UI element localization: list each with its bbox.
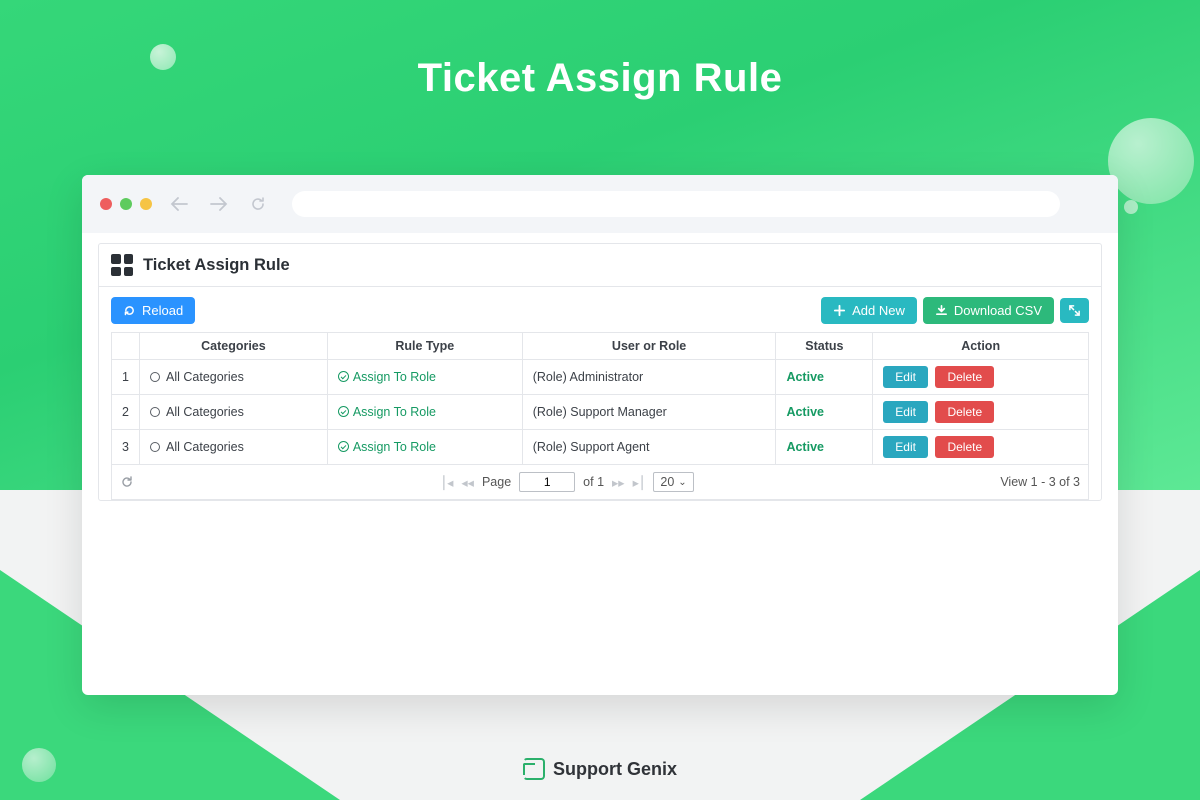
cell-user-or-role: (Role) Administrator	[522, 360, 776, 395]
cell-rule-type: Assign To Role	[327, 395, 522, 430]
delete-button[interactable]: Delete	[935, 436, 994, 458]
cell-status: Active	[776, 430, 873, 465]
pager-page-size-value: 20	[660, 475, 674, 489]
pager-next[interactable]: ▸▸	[612, 475, 625, 490]
brand-text-2: Genix	[627, 759, 677, 779]
table-row: 1 All Categories Assign To Role (Role) A…	[112, 360, 1089, 395]
add-new-button-label: Add New	[852, 303, 905, 318]
expand-button[interactable]	[1060, 298, 1089, 323]
cell-rule-type: Assign To Role	[327, 430, 522, 465]
nav-reload-button[interactable]	[246, 196, 270, 212]
plus-icon	[833, 304, 846, 317]
pager-reload-button[interactable]	[120, 475, 134, 489]
row-index: 1	[112, 360, 140, 395]
table-header-row: Categories Rule Type User or Role Status…	[112, 333, 1089, 360]
cell-user-or-role: (Role) Support Agent	[522, 430, 776, 465]
table-row: 3 All Categories Assign To Role (Role) S…	[112, 430, 1089, 465]
download-csv-button-label: Download CSV	[954, 303, 1042, 318]
panel-title: Ticket Assign Rule	[143, 256, 290, 275]
col-action: Action	[873, 333, 1089, 360]
brand-logo-icon	[523, 758, 545, 780]
add-new-button[interactable]: Add New	[821, 297, 917, 324]
table-row: 2 All Categories Assign To Role (Role) S…	[112, 395, 1089, 430]
brand-footer: Support Genix	[0, 758, 1200, 780]
panel-header: Ticket Assign Rule	[99, 244, 1101, 287]
window-controls	[100, 198, 152, 210]
minimize-dot-icon[interactable]	[120, 198, 132, 210]
circle-icon	[150, 407, 160, 417]
col-rule-type[interactable]: Rule Type	[327, 333, 522, 360]
refresh-icon	[123, 304, 136, 317]
cell-user-or-role: (Role) Support Manager	[522, 395, 776, 430]
circle-icon	[150, 372, 160, 382]
app-window: Ticket Assign Rule Reload Add New Downlo…	[82, 175, 1118, 695]
download-csv-button[interactable]: Download CSV	[923, 297, 1054, 324]
cell-categories: All Categories	[140, 360, 328, 395]
row-index: 3	[112, 430, 140, 465]
circle-icon	[150, 442, 160, 452]
col-index	[112, 333, 140, 360]
pager-page-input[interactable]	[519, 472, 575, 492]
brand-text-1: Support	[553, 759, 627, 779]
hero-title: Ticket Assign Rule	[0, 56, 1200, 101]
row-index: 2	[112, 395, 140, 430]
edit-button[interactable]: Edit	[883, 366, 928, 388]
address-bar[interactable]	[292, 191, 1060, 217]
col-categories[interactable]: Categories	[140, 333, 328, 360]
cell-categories: All Categories	[140, 395, 328, 430]
edit-button[interactable]: Edit	[883, 401, 928, 423]
check-circle-icon	[338, 406, 349, 417]
pager-of-text: of 1	[583, 475, 604, 489]
chevron-down-icon: ⌄	[678, 477, 686, 488]
pager-last[interactable]: ▸⎮	[633, 475, 646, 490]
check-circle-icon	[338, 441, 349, 452]
browser-chrome	[82, 175, 1118, 233]
close-dot-icon[interactable]	[100, 198, 112, 210]
download-icon	[935, 304, 948, 317]
pager-prev[interactable]: ◂◂	[461, 475, 474, 490]
table-pager: ⎮◂ ◂◂ Page of 1 ▸▸ ▸⎮ 20 ⌄ View 1 - 3 of…	[111, 465, 1089, 500]
cell-rule-type: Assign To Role	[327, 360, 522, 395]
col-status[interactable]: Status	[776, 333, 873, 360]
delete-button[interactable]: Delete	[935, 366, 994, 388]
cell-action: Edit Delete	[873, 395, 1089, 430]
delete-button[interactable]: Delete	[935, 401, 994, 423]
pager-view-text: View 1 - 3 of 3	[1000, 475, 1080, 489]
nav-forward-button[interactable]	[206, 197, 232, 211]
cell-status: Active	[776, 360, 873, 395]
grid-icon	[111, 254, 133, 276]
maximize-dot-icon[interactable]	[140, 198, 152, 210]
expand-icon	[1068, 304, 1081, 317]
rules-table: Categories Rule Type User or Role Status…	[111, 332, 1089, 465]
panel-toolbar: Reload Add New Download CSV	[99, 287, 1101, 332]
nav-back-button[interactable]	[166, 197, 192, 211]
pager-page-size[interactable]: 20 ⌄	[653, 472, 693, 492]
cell-action: Edit Delete	[873, 360, 1089, 395]
pager-page-label: Page	[482, 475, 511, 489]
decorative-bubble	[1124, 200, 1138, 214]
reload-button[interactable]: Reload	[111, 297, 195, 324]
check-circle-icon	[338, 371, 349, 382]
pager-first[interactable]: ⎮◂	[441, 475, 454, 490]
main-panel: Ticket Assign Rule Reload Add New Downlo…	[98, 243, 1102, 501]
edit-button[interactable]: Edit	[883, 436, 928, 458]
decorative-bubble	[1108, 118, 1194, 204]
col-user-or-role[interactable]: User or Role	[522, 333, 776, 360]
reload-button-label: Reload	[142, 303, 183, 318]
cell-status: Active	[776, 395, 873, 430]
cell-categories: All Categories	[140, 430, 328, 465]
cell-action: Edit Delete	[873, 430, 1089, 465]
